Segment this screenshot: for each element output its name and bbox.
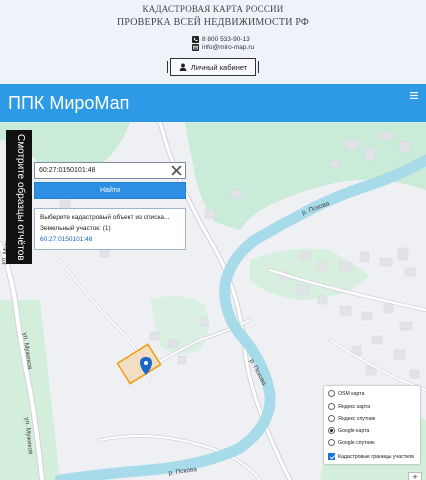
map-type-label: Google спутник <box>338 439 375 446</box>
radio-yandex[interactable] <box>328 403 335 410</box>
results-category: Земельный участок: (1) <box>40 225 111 232</box>
find-button[interactable]: Найти <box>34 182 186 199</box>
site-title-line2: ПРОВЕРКА ВСЕЙ НЕДВИЖИМОСТИ РФ <box>116 17 310 28</box>
email-address: info@miro-map.ru <box>202 43 255 51</box>
map-type-label: Google карта <box>338 427 370 434</box>
site-title-line1: КАДАСТРОВАЯ КАРТА РОССИИ <box>142 4 284 14</box>
cadastral-borders-toggle[interactable]: Кадастровые границы участков <box>328 452 414 461</box>
close-icon[interactable] <box>171 165 182 176</box>
cadastral-search-input[interactable] <box>34 162 186 179</box>
app-bar: ППК МироМап <box>0 84 426 122</box>
radio-google[interactable] <box>328 427 335 434</box>
cadastral-borders-label: Кадастровые границы участков <box>338 453 415 460</box>
user-icon <box>179 63 187 71</box>
site-header: КАДАСТРОВАЯ КАРТА РОССИИ ПРОВЕРКА ВСЕЙ Н… <box>0 0 426 84</box>
radio-osm[interactable] <box>328 390 335 397</box>
map-type-google[interactable]: Google карта <box>328 426 369 435</box>
samples-reports-tab[interactable]: Смотрите образцы отчётов <box>6 130 32 264</box>
hamburger-icon[interactable] <box>410 92 418 99</box>
email-contact[interactable]: info@miro-map.ru <box>192 42 254 52</box>
map-type-panel: OSM карта Яндекс карта Яндекс спутник Go… <box>324 386 420 464</box>
cadastral-borders-checkbox[interactable] <box>328 453 335 460</box>
map-type-label: Яндекс карта <box>338 403 371 410</box>
map-type-label: OSM карта <box>338 390 365 397</box>
result-link[interactable]: 60:27:0150101:48 <box>40 234 180 245</box>
app-title: ППК МироМап <box>8 93 130 113</box>
search-results: Выберите кадастровый объект из списка...… <box>34 208 186 250</box>
zoom-in-button[interactable]: + <box>408 472 422 480</box>
map-type-osm[interactable]: OSM карта <box>328 389 365 398</box>
map-type-yandex[interactable]: Яндекс карта <box>328 402 370 411</box>
map-type-label: Яндекс спутник <box>338 415 376 422</box>
personal-cabinet-label: Личный кабинет <box>190 62 248 72</box>
samples-reports-label: Смотрите образцы отчётов <box>15 134 26 261</box>
personal-cabinet-button[interactable]: Личный кабинет <box>167 58 259 76</box>
map-type-google-satellite[interactable]: Google спутник <box>328 438 375 447</box>
map-type-yandex-satellite[interactable]: Яндекс спутник <box>328 414 375 423</box>
mail-icon <box>192 43 199 51</box>
radio-google-satellite[interactable] <box>328 439 335 446</box>
radio-yandex-satellite[interactable] <box>328 415 335 422</box>
results-hint: Выберите кадастровый объект из списка... <box>40 214 170 221</box>
